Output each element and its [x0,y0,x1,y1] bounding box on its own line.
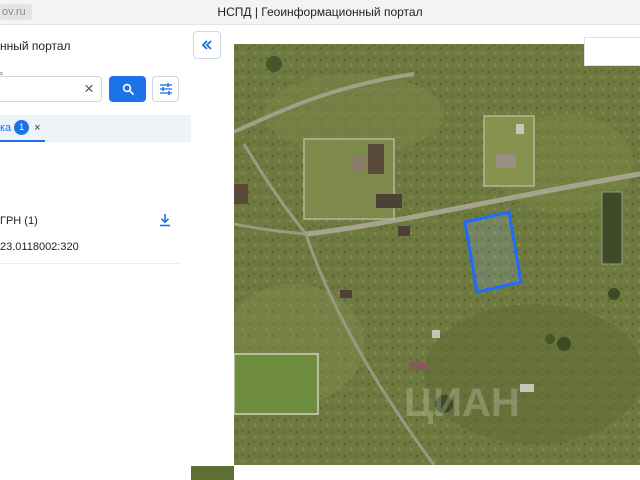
result-item[interactable]: 23.0118002:320 [0,241,79,253]
portal-name: нный портал [0,39,71,53]
search-icon [122,83,134,95]
result-group-title: ГРН (1) [0,215,38,227]
download-icon[interactable] [158,213,172,227]
tab-close-icon[interactable]: × [34,122,40,134]
window-title: НСПД | Геоинформационный портал [217,5,423,19]
tab-results[interactable]: ка 1 × [0,115,45,142]
search-button[interactable] [109,76,146,102]
watermark: ЦИАН [404,381,520,425]
tab-label: ка [0,121,12,134]
filter-icon [159,83,172,95]
side-panel: нный портал е × ка 1 × ГРН (1) 23.011800… [0,25,191,480]
double-chevron-left-icon [201,40,212,50]
search-input[interactable] [1,81,75,99]
map-canvas[interactable]: ЦИАН [234,44,640,465]
search-box: × [0,76,102,102]
tab-count-badge: 1 [14,120,30,135]
divider [0,263,180,264]
clear-search-icon[interactable]: × [81,80,97,98]
filter-button[interactable] [152,76,179,102]
tab-bar: ка 1 × [0,115,191,142]
browser-title-bar: ov.ru НСПД | Геоинформационный портал [0,0,640,25]
map-control-panel[interactable] [584,37,640,66]
collapse-panel-button[interactable] [193,31,221,59]
map-thumbnail[interactable] [191,466,234,480]
satellite-imagery: ЦИАН [234,44,640,465]
